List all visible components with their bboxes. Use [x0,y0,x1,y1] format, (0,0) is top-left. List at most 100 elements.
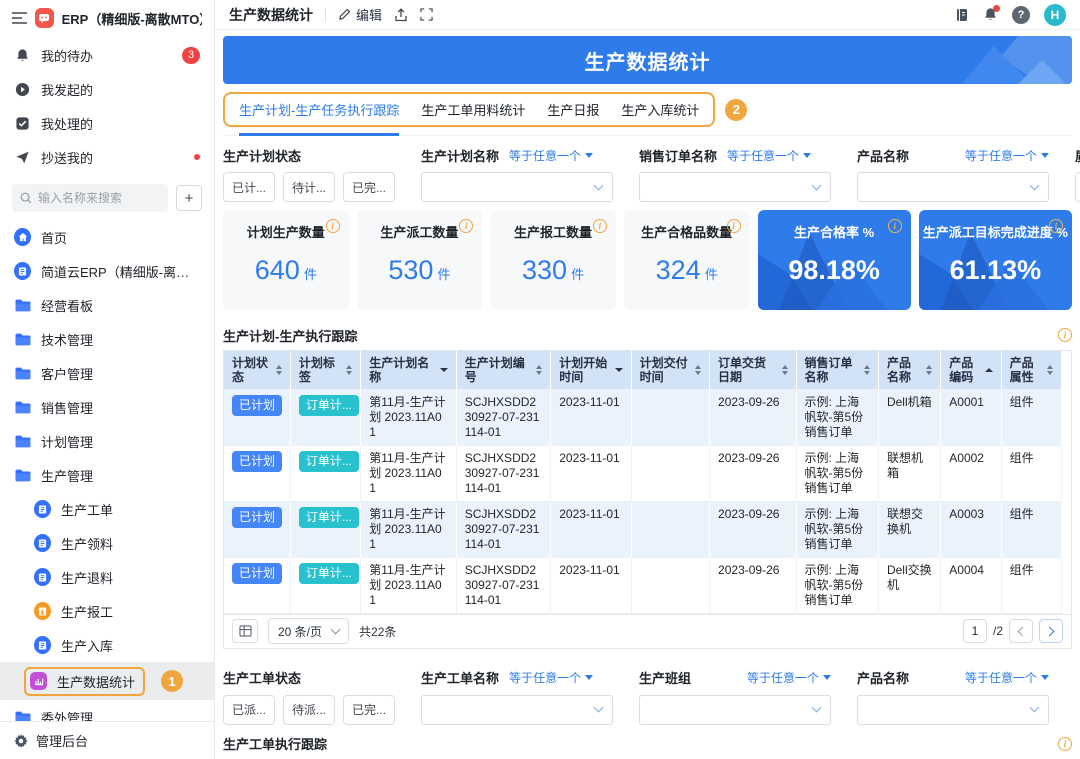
info-icon[interactable]: i [1058,328,1072,342]
document-icon [14,262,31,280]
sidebar-item-tech-mgmt[interactable]: 技术管理 [0,322,214,356]
stat-card-dispatch-progress: i 生产派工目标完成进度 % 61.13% [919,210,1072,310]
col-sales-order[interactable]: 销售订单名称 [796,351,878,389]
user-avatar[interactable]: H [1044,4,1066,26]
filter-button-finished[interactable]: 已完... [343,695,395,725]
sidebar-item-production-picking[interactable]: 生产领料 [0,526,214,560]
filter-label: 生产工单名称 [421,668,499,687]
sidebar-item-home[interactable]: 首页 [0,220,214,254]
plan-name-select[interactable] [421,172,613,202]
product-name-select[interactable] [857,172,1049,202]
share-icon[interactable] [394,8,408,22]
filter-button-pending[interactable]: 待计... [283,172,335,202]
info-icon[interactable]: i [1058,737,1072,751]
col-plan-deliver[interactable]: 计划交付时间 [631,351,709,389]
sidebar-item-production-return[interactable]: 生产退料 [0,560,214,594]
col-product-code[interactable]: 产品编码 [941,351,1001,389]
sidebar-item-cc-to-me[interactable]: 抄送我的 [0,140,214,174]
notebook-icon[interactable] [955,8,969,22]
col-product-name[interactable]: 产品名称 [878,351,940,389]
filter-workorder-name: 生产工单名称 等于任意一个 [421,669,613,725]
tab-workorder-material-stats[interactable]: 生产工单用料统计 [421,100,525,119]
sidebar-item-business-dashboard[interactable]: 经营看板 [0,288,214,322]
info-icon[interactable]: i [459,219,473,233]
sidebar-item-planning-mgmt[interactable]: 计划管理 [0,424,214,458]
tab-production-daily[interactable]: 生产日报 [547,100,599,119]
filter-label: 产品名称 [857,668,909,687]
info-icon[interactable]: i [888,219,902,233]
sidebar-item-handled-by-me[interactable]: 我处理的 [0,106,214,140]
sidebar-item-label: 生产领料 [61,534,200,553]
tab-plan-task-tracking[interactable]: 生产计划-生产任务执行跟踪 [239,100,399,119]
info-icon[interactable]: i [727,219,741,233]
sidebar-item-my-todo[interactable]: 我的待办 3 [0,38,214,72]
stat-card-reported-qty: i 生产报工数量 330件 [490,210,616,310]
sidebar-item-outsourcing-mgmt[interactable]: 委外管理 [0,700,214,721]
col-plan-status[interactable]: 计划状态 [224,351,290,389]
help-icon[interactable]: ? [1012,6,1030,24]
sidebar-item-customer-mgmt[interactable]: 客户管理 [0,356,214,390]
add-app-button[interactable]: + [176,185,202,211]
column-settings-icon[interactable] [232,619,258,643]
sales-order-select[interactable] [639,172,831,202]
next-page-button[interactable] [1039,619,1063,643]
sidebar-item-label: 生产报工 [61,602,200,621]
product-name-select-2[interactable] [857,695,1049,725]
sidebar-item-production-report[interactable]: 生产报工 [0,594,214,628]
edit-button[interactable]: 编辑 [338,5,382,24]
filter-operator[interactable]: 等于任意一个 [965,669,1049,686]
filter-operator[interactable]: 等于任意一个 [509,147,593,164]
sidebar-item-production-mgmt[interactable]: 生产管理 [0,458,214,492]
document-icon [34,568,51,586]
col-plan-name[interactable]: 生产计划名称 [361,351,457,389]
filter-operator[interactable]: 等于任意一个 [747,669,831,686]
sidebar-item-production-workorder[interactable]: 生产工单 [0,492,214,526]
filter-operator[interactable]: 等于任意一个 [727,147,811,164]
team-select[interactable] [639,695,831,725]
sidebar-item-production-data-stats[interactable]: 生产数据统计 1 [0,662,214,700]
annotation-outline-1: 生产数据统计 [24,667,145,696]
chevron-down-icon [594,180,604,190]
folder-icon [14,367,31,380]
info-icon[interactable]: i [1049,219,1063,233]
page-number-input[interactable] [963,619,987,643]
stat-card-qualified-qty: i 生产合格品数量 324件 [624,210,750,310]
workorder-name-select[interactable] [421,695,613,725]
filter-operator[interactable]: 等于任意一个 [509,669,593,686]
filter-button-finished[interactable]: 已完... [343,172,395,202]
col-plan-start[interactable]: 计划开始时间 [551,351,631,389]
info-icon[interactable]: i [593,219,607,233]
filter-button-defective[interactable]: 不良品 [1075,172,1080,202]
filter-button-pending-dispatch[interactable]: 待派... [283,695,335,725]
fullscreen-icon[interactable] [420,8,433,21]
search-icon [20,192,32,204]
col-product-attr[interactable]: 产品属性 [1001,351,1061,389]
filter-sales-order-name: 销售订单名称 等于任意一个 [639,146,831,202]
filter-operator[interactable]: 等于任意一个 [965,147,1049,164]
sidebar-item-label: 生产管理 [41,466,200,485]
col-plan-tag[interactable]: 计划标签 [290,351,360,389]
col-plan-no[interactable]: 生产计划编号 [456,351,551,389]
sidebar-item-production-inbound[interactable]: 生产入库 [0,628,214,662]
sort-icon [1047,365,1053,375]
info-icon[interactable]: i [326,219,340,233]
col-order-delivery-date[interactable]: 订单交货日期 [710,351,796,389]
filter-button-dispatched[interactable]: 已派... [223,695,275,725]
prev-page-button[interactable] [1009,619,1033,643]
search-box[interactable] [12,184,168,212]
stat-card-planned-qty: i 计划生产数量 640件 [223,210,349,310]
chevron-down-icon [812,703,822,713]
menu-toggle-icon[interactable] [12,12,27,24]
admin-console[interactable]: 管理后台 [0,721,214,759]
sidebar-item-initiated-by-me[interactable]: 我发起的 [0,72,214,106]
filter-button-planned[interactable]: 已计... [223,172,275,202]
sidebar-item-label: 我发起的 [41,80,200,99]
sidebar-item-label: 首页 [41,228,200,247]
page-size-select[interactable]: 20 条/页 [268,618,349,644]
tab-inbound-stats[interactable]: 生产入库统计 [621,100,699,119]
search-input[interactable] [38,191,160,205]
notifications-bell-icon[interactable] [983,7,998,22]
sidebar-item-label: 计划管理 [41,432,200,451]
sidebar-item-sales-mgmt[interactable]: 销售管理 [0,390,214,424]
sidebar-item-jiandaoyun-erp[interactable]: 简道云ERP（精细版-离散MTO）「... [0,254,214,288]
